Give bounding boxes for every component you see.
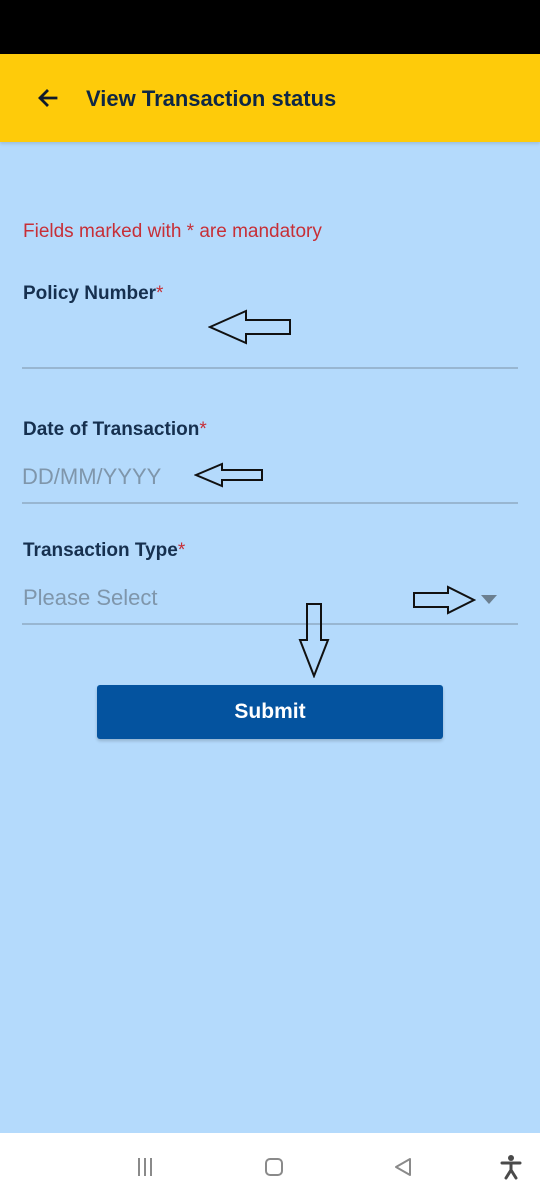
home-icon — [265, 1158, 283, 1176]
dropdown-caret-icon — [481, 595, 497, 604]
transaction-type-label: Transaction Type* — [23, 539, 185, 563]
hollow-arrow-icon — [194, 462, 263, 488]
recent-apps-icon — [138, 1158, 152, 1176]
hollow-arrow-icon — [298, 603, 330, 678]
arrow-left-icon — [38, 89, 58, 107]
policy-number-label-text: Policy Number — [23, 283, 157, 304]
system-back-button[interactable] — [389, 1153, 417, 1181]
back-button[interactable] — [30, 80, 66, 116]
accessibility-button[interactable] — [497, 1153, 525, 1181]
status-bar — [0, 0, 540, 54]
system-navigation-bar — [0, 1133, 540, 1200]
transaction-type-label-text: Transaction Type — [23, 540, 178, 561]
date-of-transaction-label: Date of Transaction* — [23, 418, 207, 442]
policy-number-label: Policy Number* — [23, 282, 163, 306]
required-marker: * — [199, 419, 207, 440]
required-marker: * — [156, 283, 164, 304]
date-of-transaction-label-text: Date of Transaction — [23, 419, 200, 440]
recent-apps-button[interactable] — [131, 1153, 159, 1181]
mandatory-fields-note: Fields marked with * are mandatory — [23, 221, 322, 242]
required-marker: * — [177, 540, 186, 561]
hollow-arrow-icon — [413, 585, 476, 615]
transaction-type-underline — [22, 623, 518, 625]
app-bar: View Transaction status — [0, 54, 540, 142]
hollow-arrow-icon — [208, 309, 291, 345]
page-title: View Transaction status — [86, 86, 337, 111]
submit-button[interactable]: Submit — [97, 685, 443, 739]
back-triangle-icon — [395, 1158, 411, 1176]
date-of-transaction-underline — [22, 502, 518, 504]
transaction-type-selected-value: Please Select — [23, 585, 158, 610]
accessibility-icon — [500, 1155, 522, 1180]
policy-number-underline — [22, 367, 518, 369]
home-button[interactable] — [260, 1153, 288, 1181]
